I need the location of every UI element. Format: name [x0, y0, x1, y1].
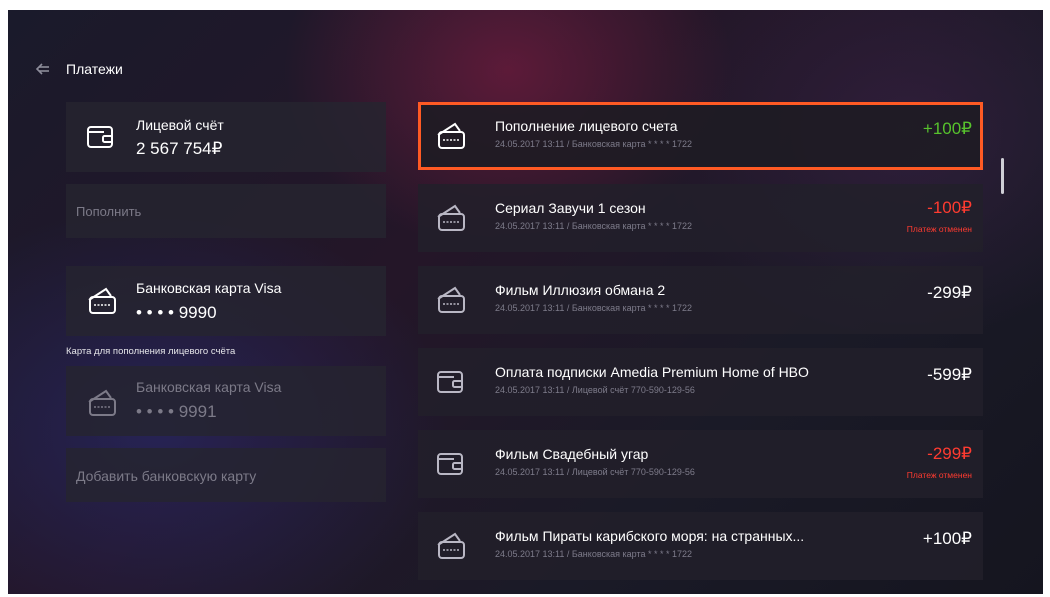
card-primary-name: Банковская карта Visa — [136, 280, 282, 296]
payment-subtitle: 24.05.2017 13:11 / Лицевой счёт 770-590-… — [495, 385, 695, 395]
payment-status: Платеж отменен — [906, 470, 972, 480]
wallet-icon — [437, 453, 463, 475]
payment-amount: -599₽ — [927, 365, 972, 384]
add-card-button[interactable]: Добавить банковскую карту — [66, 448, 386, 502]
back-arrow-icon[interactable] — [34, 60, 52, 78]
bank-card-icon — [437, 122, 465, 149]
payment-row[interactable]: Фильм Иллюзия обмана 2 24.05.2017 13:11 /… — [418, 266, 983, 334]
payment-row[interactable]: Оплата подписки Amedia Premium Home of H… — [418, 348, 983, 416]
account-card[interactable]: Лицевой счёт 2 567 754₽ — [66, 102, 386, 172]
payment-amount: +100₽ — [922, 529, 972, 548]
topup-label: Пополнить — [76, 204, 142, 219]
payment-subtitle: 24.05.2017 13:11 / Лицевой счёт 770-590-… — [495, 467, 695, 477]
payment-amount: -299₽ — [927, 283, 972, 302]
payment-title: Оплата подписки Amedia Premium Home of H… — [495, 364, 809, 380]
wallet-icon — [437, 371, 463, 393]
card-primary-number: • • • • 9990 — [136, 303, 217, 322]
card-secondary-name: Банковская карта Visa — [136, 379, 282, 395]
scrollbar[interactable] — [1001, 158, 1004, 194]
bank-card-icon — [88, 389, 116, 416]
payment-subtitle: 24.05.2017 13:11 / Банковская карта * * … — [495, 221, 693, 231]
payment-subtitle: 24.05.2017 13:11 / Банковская карта * * … — [495, 303, 693, 313]
account-balance: 2 567 754₽ — [136, 139, 223, 158]
bank-card-icon — [437, 204, 465, 231]
wallet-icon — [87, 126, 113, 148]
payment-amount: +100₽ — [922, 119, 972, 138]
page-title: Платежи — [66, 61, 123, 77]
topup-button[interactable]: Пополнить — [66, 184, 386, 238]
bank-card-icon — [437, 286, 465, 313]
payment-amount: -299₽ — [927, 444, 972, 463]
payment-row[interactable]: Пополнение лицевого счета 24.05.2017 13:1… — [418, 102, 983, 170]
payment-title: Сериал Завучи 1 сезон — [495, 200, 646, 216]
bank-card-icon — [88, 287, 116, 314]
payment-row[interactable]: Фильм Свадебный угар 24.05.2017 13:11 / Л… — [418, 430, 983, 498]
header: Платежи — [8, 54, 123, 84]
account-label: Лицевой счёт — [136, 117, 224, 133]
payment-title: Фильм Пираты карибского моря: на странны… — [495, 528, 805, 544]
payment-subtitle: 24.05.2017 13:11 / Банковская карта * * … — [495, 549, 693, 559]
payment-title: Пополнение лицевого счета — [495, 118, 678, 134]
bank-card-primary[interactable]: Банковская карта Visa • • • • 9990 — [66, 266, 386, 336]
payment-amount: -100₽ — [927, 198, 972, 217]
bank-card-secondary[interactable]: Банковская карта Visa • • • • 9991 — [66, 366, 386, 436]
payment-row[interactable]: Фильм Пираты карибского моря: на странны… — [418, 512, 983, 580]
payments-screen: Платежи Лицевой счёт 2 567 754₽ Пополнит… — [8, 10, 1043, 594]
payment-title: Фильм Иллюзия обмана 2 — [495, 282, 666, 298]
card-caption: Карта для пополнения лицевого счёта — [66, 346, 236, 357]
payment-row[interactable]: Сериал Завучи 1 сезон 24.05.2017 13:11 / … — [418, 184, 983, 252]
payment-subtitle: 24.05.2017 13:11 / Банковская карта * * … — [495, 139, 693, 149]
add-card-label: Добавить банковскую карту — [76, 468, 257, 484]
card-secondary-number: • • • • 9991 — [136, 402, 217, 421]
payment-status: Платеж отменен — [906, 224, 972, 234]
payment-title: Фильм Свадебный угар — [495, 446, 649, 462]
bank-card-icon — [437, 532, 465, 559]
